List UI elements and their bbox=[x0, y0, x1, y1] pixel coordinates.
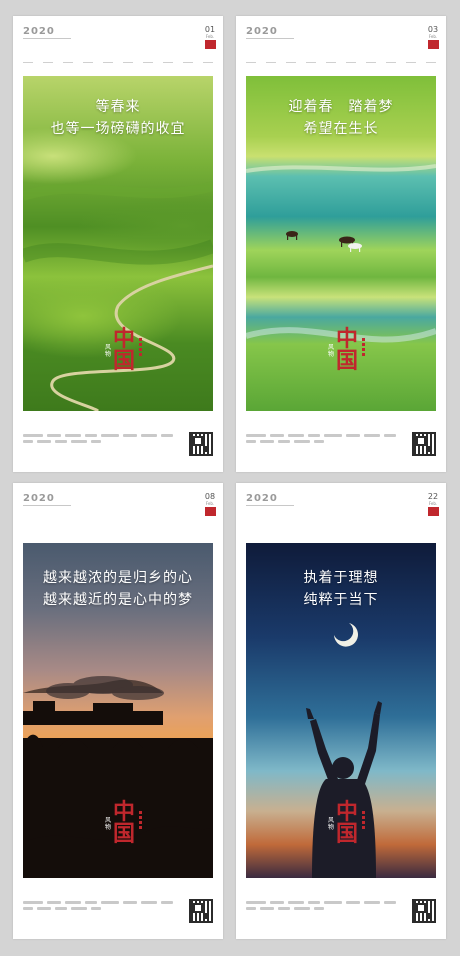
headline-line-2: 纯粹于当下 bbox=[303, 592, 379, 608]
seal-char-2: 国 bbox=[336, 348, 359, 374]
date-number: 08 bbox=[204, 492, 216, 501]
headline-line-1: 执着于理想 bbox=[303, 570, 379, 586]
date-red-block bbox=[204, 507, 216, 516]
seal-small-text: 风物 bbox=[328, 344, 335, 358]
date-block: 01 Feb. bbox=[203, 25, 217, 49]
headline-line-1: 越来越浓的是归乡的心 bbox=[43, 570, 193, 586]
seal-red-marks bbox=[362, 811, 366, 829]
logo-2020: 2020 bbox=[23, 26, 55, 37]
photo-river-grassland: 迎着春 踏着梦 希望在生长 中 国 风物 bbox=[246, 76, 436, 411]
date-number: 01 bbox=[204, 25, 216, 34]
logo-2020: 2020 bbox=[23, 493, 55, 504]
seal-small-text: 风物 bbox=[105, 817, 112, 831]
logo-underline bbox=[246, 505, 294, 506]
poster-card-4: 2020 22 Feb. 执着于理想 纯粹于当下 中 国 风物 bbox=[236, 483, 446, 939]
logo-underline bbox=[23, 505, 71, 506]
date-block: 03 Feb. bbox=[426, 25, 440, 49]
china-seal-logo: 中 国 风物 bbox=[105, 799, 149, 855]
logo-2020: 2020 bbox=[246, 26, 278, 37]
headline-line-2: 也等一场磅礴的收宜 bbox=[50, 121, 186, 137]
qr-code[interactable] bbox=[189, 432, 213, 456]
photo-green-hills: 等春来 也等一场磅礴的收宜 中 国 风物 bbox=[23, 76, 213, 411]
nav-dots bbox=[23, 59, 213, 65]
seal-red-marks bbox=[362, 338, 366, 356]
date-number: 03 bbox=[427, 25, 439, 34]
date-month: Feb. bbox=[205, 34, 215, 39]
sponsor-logos bbox=[23, 901, 173, 910]
headline-line-1: 等春来 bbox=[95, 99, 141, 115]
date-number: 22 bbox=[427, 492, 439, 501]
poster-headline: 执着于理想 纯粹于当下 bbox=[246, 567, 436, 611]
china-seal-logo: 中 国 风物 bbox=[328, 799, 372, 855]
headline-line-2: 越来越近的是心中的梦 bbox=[43, 592, 193, 608]
date-month: Feb. bbox=[205, 501, 215, 506]
seal-small-text: 风物 bbox=[105, 344, 112, 358]
seal-red-marks bbox=[139, 811, 143, 829]
poster-card-1: 2020 01 Feb. 等春来 也等一场磅礴的收宜 中 国 风物 bbox=[13, 16, 223, 472]
poster-headline: 等春来 也等一场磅礴的收宜 bbox=[23, 96, 213, 140]
sponsor-logos bbox=[246, 434, 396, 443]
photo-sunset-train: 越来越浓的是归乡的心 越来越近的是心中的梦 中 国 风物 bbox=[23, 543, 213, 878]
poster-card-3: 2020 08 Feb. 越来越浓的是归乡的心 越来越近的是心中的梦 中 国 风… bbox=[13, 483, 223, 939]
qr-code[interactable] bbox=[189, 899, 213, 923]
sponsor-footer bbox=[246, 432, 436, 460]
logo-underline bbox=[23, 38, 71, 39]
sponsor-logos bbox=[23, 434, 173, 443]
seal-char-1: 中 bbox=[113, 326, 136, 352]
poster-headline: 迎着春 踏着梦 希望在生长 bbox=[246, 96, 436, 140]
photo-night-sky: 执着于理想 纯粹于当下 中 国 风物 bbox=[246, 543, 436, 878]
date-red-block bbox=[427, 40, 439, 49]
date-month: Feb. bbox=[428, 501, 438, 506]
nav-dots bbox=[246, 59, 436, 65]
qr-code[interactable] bbox=[412, 432, 436, 456]
seal-char-2: 国 bbox=[113, 821, 136, 847]
sponsor-footer bbox=[23, 432, 213, 460]
poster-card-2: 2020 03 Feb. 迎着春 踏着梦 希望在生长 中 国 风物 bbox=[236, 16, 446, 472]
china-seal-logo: 中 国 风物 bbox=[328, 326, 372, 382]
seal-char-1: 中 bbox=[113, 799, 136, 825]
headline-line-2: 希望在生长 bbox=[303, 121, 379, 137]
sponsor-footer bbox=[246, 899, 436, 927]
logo-underline bbox=[246, 38, 294, 39]
sponsor-logos bbox=[246, 901, 396, 910]
seal-char-2: 国 bbox=[336, 821, 359, 847]
date-block: 22 Feb. bbox=[426, 492, 440, 516]
seal-char-1: 中 bbox=[336, 799, 359, 825]
date-month: Feb. bbox=[428, 34, 438, 39]
qr-code[interactable] bbox=[412, 899, 436, 923]
china-seal-logo: 中 国 风物 bbox=[105, 326, 149, 382]
headline-line-1: 迎着春 踏着梦 bbox=[288, 99, 394, 115]
seal-small-text: 风物 bbox=[328, 817, 335, 831]
date-red-block bbox=[204, 40, 216, 49]
seal-char-1: 中 bbox=[336, 326, 359, 352]
seal-red-marks bbox=[139, 338, 143, 356]
poster-headline: 越来越浓的是归乡的心 越来越近的是心中的梦 bbox=[23, 567, 213, 611]
logo-2020: 2020 bbox=[246, 493, 278, 504]
seal-char-2: 国 bbox=[113, 348, 136, 374]
sponsor-footer bbox=[23, 899, 213, 927]
date-block: 08 Feb. bbox=[203, 492, 217, 516]
date-red-block bbox=[427, 507, 439, 516]
